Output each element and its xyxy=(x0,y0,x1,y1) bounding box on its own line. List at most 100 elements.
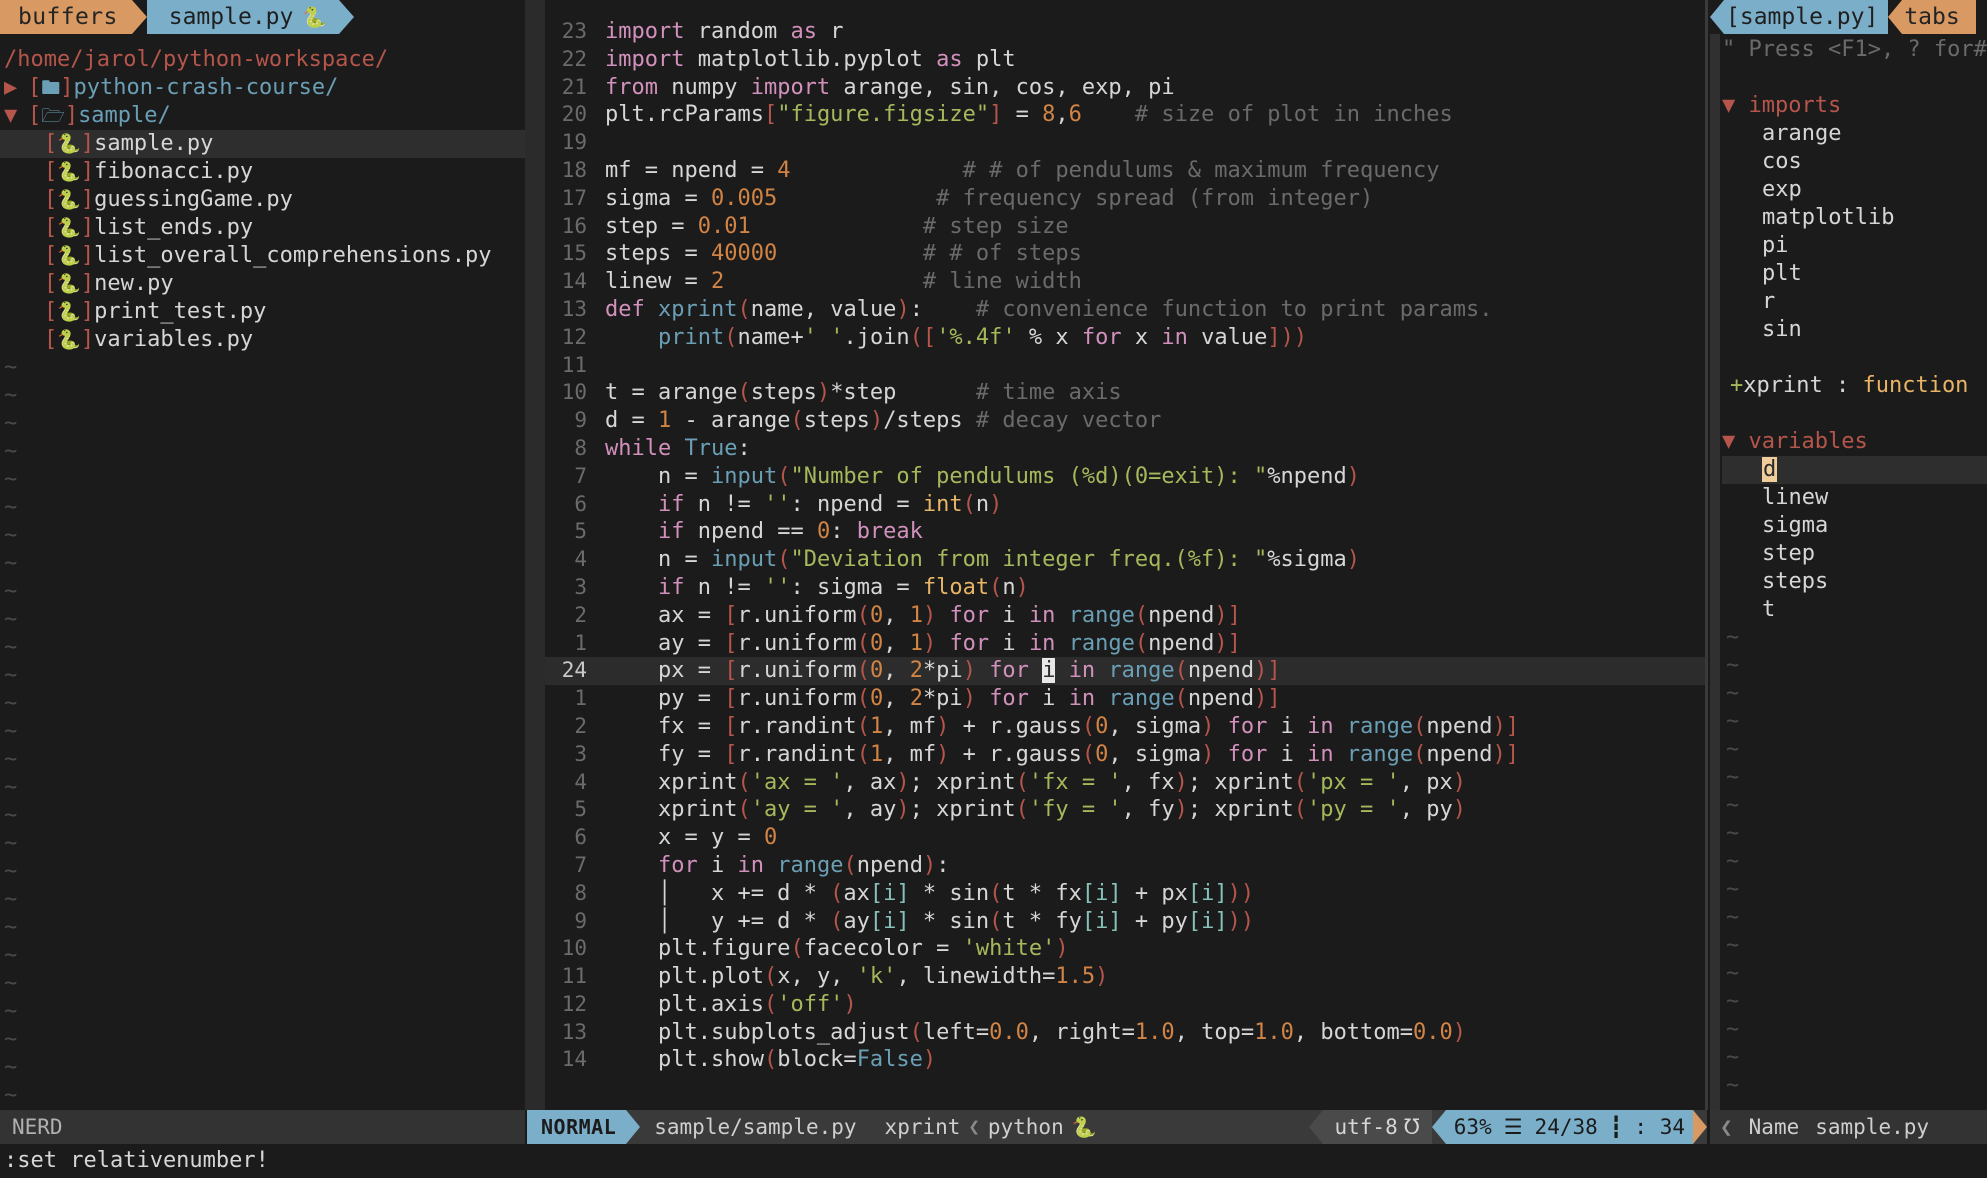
code-line[interactable]: 3 fy = [r.randint(1, mf) + r.gauss(0, si… xyxy=(545,741,1705,769)
code-line[interactable]: 15steps = 40000 # # of steps xyxy=(545,240,1705,268)
tagbar-group-imports[interactable]: ▼ imports xyxy=(1722,92,1987,120)
code-token: for xyxy=(989,686,1029,711)
code-line[interactable]: 7 for i in range(npend): xyxy=(545,852,1705,880)
code-token: npend xyxy=(1426,742,1492,767)
line-number: 4 xyxy=(545,546,605,574)
line-number: 12 xyxy=(545,991,605,1019)
code-line[interactable]: 4 xprint('ax = ', ax); xprint('fx = ', f… xyxy=(545,769,1705,797)
editor-pane[interactable]: 23import random as r22import matplotlib.… xyxy=(525,0,1705,1110)
tagbar-item-linew[interactable]: linew xyxy=(1722,484,1987,512)
code-token: ) xyxy=(923,1047,936,1072)
code-line[interactable]: 9 │ y += d * (ay[i] * sin(t * fy[i] + py… xyxy=(545,908,1705,936)
code-token: ( xyxy=(790,936,803,961)
code-line[interactable]: 12 plt.axis('off') xyxy=(545,991,1705,1019)
code-token: facecolor = xyxy=(804,936,963,961)
nerdtree-filler-line: ~ xyxy=(0,774,525,802)
code-line[interactable]: 13def xprint(name, value): # convenience… xyxy=(545,296,1705,324)
code-line[interactable]: 6 x = y = 0 xyxy=(545,824,1705,852)
code-line[interactable]: 20plt.rcParams["figure.figsize"] = 8,6 #… xyxy=(545,101,1705,129)
code-line[interactable]: 14linew = 2 # line width xyxy=(545,268,1705,296)
code-line[interactable]: 4 n = input("Deviation from integer freq… xyxy=(545,546,1705,574)
code-line[interactable]: 10 plt.figure(facecolor = 'white') xyxy=(545,935,1705,963)
code-line[interactable]: 1 ay = [r.uniform(0, 1) for i in range(n… xyxy=(545,630,1705,658)
status-pos-arrow-icon xyxy=(1432,1110,1446,1144)
code-line[interactable]: 21from numpy import arange, sin, cos, ex… xyxy=(545,74,1705,102)
tagbar-panel[interactable]: [sample.py] tabs " Press <F1>, ? for#▼ i… xyxy=(1710,0,1987,1110)
code-line[interactable]: 7 n = input("Number of pendulums (%d)(0=… xyxy=(545,463,1705,491)
line-number: 16 xyxy=(545,213,605,241)
tagbar-item-cos[interactable]: cos xyxy=(1722,148,1987,176)
code-token: 0.01 xyxy=(698,214,751,239)
nerdtree-panel[interactable]: /home/jarol/python-workspace/ ▶[ 🖿 ]pyth… xyxy=(0,34,525,1110)
tagbar-item-step[interactable]: step xyxy=(1722,540,1987,568)
nerdtree-item-sample-[interactable]: ▼[ 🗁 ]sample/ xyxy=(0,102,525,130)
nerdtree-filler-line: ~ xyxy=(0,970,525,998)
command-line[interactable]: :set relativenumber! xyxy=(0,1144,1987,1178)
nerdtree-item-variables-py[interactable]: [ 🐍 ]variables.py xyxy=(0,326,525,354)
code-token: ; xprint xyxy=(910,770,1016,795)
tagbar-group-variables[interactable]: ▼ variables xyxy=(1722,428,1987,456)
tagbar-item-sigma[interactable]: sigma xyxy=(1722,512,1987,540)
tagbar-item-matplotlib[interactable]: matplotlib xyxy=(1722,204,1987,232)
tab-buffers-label[interactable]: buffers xyxy=(0,0,132,34)
code-token: range xyxy=(1069,603,1135,628)
code-token: )) xyxy=(1228,909,1255,934)
code-line[interactable]: 6 if n != '': npend = int(n) xyxy=(545,491,1705,519)
tagbar-item-pi[interactable]: pi xyxy=(1722,232,1987,260)
code-line[interactable]: 5 xprint('ay = ', ay); xprint('fy = ', f… xyxy=(545,796,1705,824)
code-line[interactable]: 9d = 1 - arange(steps)/steps # decay vec… xyxy=(545,407,1705,435)
code-line[interactable]: 8 │ x += d * (ax[i] * sin(t * fx[i] + px… xyxy=(545,880,1705,908)
code-line[interactable]: 14 plt.show(block=False) xyxy=(545,1046,1705,1074)
code-token: ) xyxy=(870,408,883,433)
code-line[interactable]: 17sigma = 0.005 # frequency spread (from… xyxy=(545,185,1705,213)
nerdtree-item-sample-py[interactable]: [ 🐍 ]sample.py xyxy=(0,130,525,158)
code-token: , py xyxy=(1400,797,1453,822)
code-token: ( xyxy=(1294,770,1307,795)
nerdtree-item-python-crash-course-[interactable]: ▶[ 🖿 ]python-crash-course/ xyxy=(0,74,525,102)
nerdtree-item-fibonacci-py[interactable]: [ 🐍 ]fibonacci.py xyxy=(0,158,525,186)
code-line[interactable]: 1 py = [r.uniform(0, 2*pi) for i in rang… xyxy=(545,685,1705,713)
line-number: 10 xyxy=(545,379,605,407)
code-line[interactable]: 10t = arange(steps)*step # time axis xyxy=(545,379,1705,407)
nerdtree-item-guessinggame-py[interactable]: [ 🐍 ]guessingGame.py xyxy=(0,186,525,214)
tagbar-tabs-label[interactable]: tabs xyxy=(1902,0,1975,34)
code-line[interactable]: 22import matplotlib.pyplot as plt xyxy=(545,46,1705,74)
code-token: % x xyxy=(1016,325,1082,350)
tagbar-function-entry[interactable]: +xprint : function xyxy=(1722,372,1987,400)
code-line-text: import random as r xyxy=(605,18,1705,46)
code-line[interactable]: 11 plt.plot(x, y, 'k', linewidth=1.5) xyxy=(545,963,1705,991)
tagbar-item-t[interactable]: t xyxy=(1722,596,1987,624)
code-line[interactable]: 8while True: xyxy=(545,435,1705,463)
tagbar-item-r[interactable]: r xyxy=(1722,288,1987,316)
code-line[interactable]: 16step = 0.01 # step size xyxy=(545,213,1705,241)
tagbar-item-plt[interactable]: plt xyxy=(1722,260,1987,288)
code-token: )] xyxy=(1254,686,1281,711)
tab-active-buffer[interactable]: sample.py 🐍 xyxy=(147,0,340,34)
tagbar-item-arange[interactable]: arange xyxy=(1722,120,1987,148)
line-number: 3 xyxy=(545,574,605,602)
tagbar-item-steps[interactable]: steps xyxy=(1722,568,1987,596)
code-line[interactable]: 5 if npend == 0: break xyxy=(545,518,1705,546)
code-line[interactable]: 23import random as r xyxy=(545,18,1705,46)
nerdtree-item-print-test-py[interactable]: [ 🐍 ]print_test.py xyxy=(0,298,525,326)
code-line[interactable]: 13 plt.subplots_adjust(left=0.0, right=1… xyxy=(545,1019,1705,1047)
code-token: [i] xyxy=(1188,909,1228,934)
code-lines[interactable]: 23import random as r22import matplotlib.… xyxy=(545,18,1705,1074)
code-line[interactable]: 11 xyxy=(545,352,1705,380)
tagbar-item-exp[interactable]: exp xyxy=(1722,176,1987,204)
tagbar-content[interactable]: " Press <F1>, ? for#▼ importsarangecosex… xyxy=(1722,36,1987,1110)
code-token: # time axis xyxy=(976,380,1122,405)
nerdtree-item-new-py[interactable]: [ 🐍 ]new.py xyxy=(0,270,525,298)
tagbar-item-sin[interactable]: sin xyxy=(1722,316,1987,344)
code-token: - arange xyxy=(671,408,790,433)
code-line[interactable]: 3 if n != '': sigma = float(n) xyxy=(545,574,1705,602)
code-line-current[interactable]: 24 px = [r.uniform(0, 2*pi) for i in ran… xyxy=(545,657,1705,685)
code-line[interactable]: 18mf = npend = 4 # # of pendulums & maxi… xyxy=(545,157,1705,185)
code-line[interactable]: 19 xyxy=(545,129,1705,157)
code-line[interactable]: 12 print(name+' '.join(['%.4f' % x for x… xyxy=(545,324,1705,352)
nerdtree-item-list-overall-comprehensions-py[interactable]: [ 🐍 ]list_overall_comprehensions.py xyxy=(0,242,525,270)
nerdtree-item-list-ends-py[interactable]: [ 🐍 ]list_ends.py xyxy=(0,214,525,242)
code-line[interactable]: 2 fx = [r.randint(1, mf) + r.gauss(0, si… xyxy=(545,713,1705,741)
tagbar-item-d[interactable]: d xyxy=(1722,456,1987,484)
code-line[interactable]: 2 ax = [r.uniform(0, 1) for i in range(n… xyxy=(545,602,1705,630)
